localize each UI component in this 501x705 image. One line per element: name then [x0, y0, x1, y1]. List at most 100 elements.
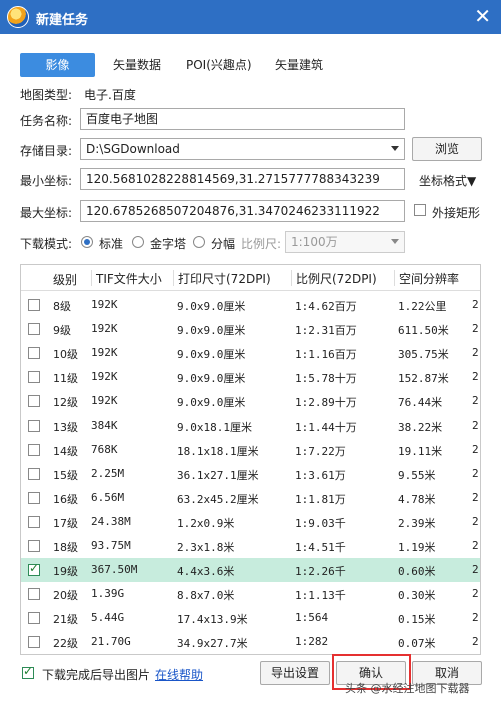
table-row[interactable]: 22级 21.70G 34.9x27.7米 1:282 0.07米 2 [21, 630, 480, 654]
table-row[interactable]: 19级 367.50M 4.4x3.6米 1:2.26千 0.60米 2 [21, 558, 480, 583]
min-coord-input[interactable]: 120.5681028228814569,31.2715777788343239 [80, 168, 405, 190]
mode-standard-radio[interactable] [81, 236, 93, 248]
mode-pyramid-radio[interactable] [132, 236, 144, 248]
cell-tif-size: 192K [91, 346, 118, 360]
coord-format-dropdown[interactable]: 坐标格式▼ [419, 172, 476, 189]
cell-tif-size: 192K [91, 298, 118, 311]
task-name-input[interactable]: 百度电子地图 [80, 108, 405, 130]
cell-tif-size: 768K [91, 442, 118, 456]
cell-overflow: 2 [472, 587, 479, 601]
cell-tif-size: 2.25M [91, 466, 125, 480]
cell-tif-size: 24.38M [91, 514, 131, 528]
cell-overflow: 2 [472, 442, 479, 456]
storage-dir-label: 存储目录: [20, 144, 73, 158]
row-checkbox[interactable] [28, 467, 40, 480]
outer-rect-checkbox[interactable] [414, 204, 426, 216]
export-after-label: 下载完成后导出图片 [42, 668, 151, 682]
cell-level: 15级 [53, 468, 78, 482]
cell-print-size: 9.0x9.0厘米 [177, 396, 246, 410]
cell-resolution: 0.60米 [398, 565, 436, 579]
cell-scale: 1:7.22万 [295, 444, 346, 458]
storage-dir-value: D:\SGDownload [86, 142, 180, 156]
scale-select[interactable]: 1:100万 [285, 231, 405, 253]
close-icon[interactable]: ✕ [474, 5, 491, 27]
table-row[interactable]: 13级 384K 9.0x18.1厘米 1:1.44十万 38.22米 2 [21, 414, 480, 438]
title-bar: 新建任务 ✕ [0, 0, 501, 34]
tab-vector-buildings[interactable]: 矢量建筑 [275, 53, 323, 77]
table-row[interactable]: 14级 768K 18.1x18.1厘米 1:7.22万 19.11米 2 [21, 438, 480, 462]
scale-select-value: 1:100万 [291, 235, 338, 249]
row-checkbox[interactable] [28, 419, 40, 432]
cell-scale: 1:4.62百万 [295, 300, 357, 313]
row-checkbox[interactable] [28, 540, 40, 552]
table-row[interactable]: 21级 5.44G 17.4x13.9米 1:564 0.15米 2 [21, 606, 480, 630]
cell-resolution: 4.78米 [398, 492, 436, 506]
tab-imagery[interactable]: 影像 [20, 53, 95, 77]
table-row[interactable]: 20级 1.39G 8.8x7.0米 1:1.13千 0.30米 2 [21, 582, 480, 606]
table-header: 级别 TIF文件大小 打印尺寸(72DPI) 比例尺(72DPI) 空间分辨率 [21, 265, 480, 291]
task-name-label: 任务名称: [20, 114, 73, 128]
cell-level: 16级 [53, 492, 78, 506]
table-row[interactable]: 11级 192K 9.0x9.0厘米 1:5.78十万 152.87米 2 [21, 365, 480, 389]
storage-dir-select[interactable]: D:\SGDownload [80, 138, 405, 160]
col-header-resolution: 空间分辨率 [394, 270, 459, 286]
table-row[interactable]: 12级 192K 9.0x9.0厘米 1:2.89十万 76.44米 2 [21, 389, 480, 413]
cell-overflow: 2 [472, 418, 479, 432]
table-row[interactable]: 16级 6.56M 63.2x45.2厘米 1:1.81万 4.78米 2 [21, 486, 480, 510]
cell-print-size: 8.8x7.0米 [177, 589, 235, 603]
table-row[interactable]: 18级 93.75M 2.3x1.8米 1:4.51千 1.19米 2 [21, 534, 480, 558]
table-row[interactable]: 8级 192K 9.0x9.0厘米 1:4.62百万 1.22公里 2 [21, 293, 480, 317]
export-settings-button[interactable]: 导出设置 [260, 661, 330, 685]
row-checkbox[interactable] [28, 515, 40, 528]
cell-resolution: 0.07米 [398, 637, 436, 651]
min-coord-label: 最小坐标: [20, 174, 73, 188]
cell-overflow: 2 [472, 394, 479, 408]
cell-resolution: 9.55米 [398, 468, 436, 482]
cell-print-size: 9.0x9.0厘米 [177, 324, 246, 338]
table-row[interactable]: 15级 2.25M 36.1x27.1厘米 1:3.61万 9.55米 2 [21, 462, 480, 486]
online-help-link[interactable]: 在线帮助 [155, 666, 203, 683]
tab-vector-data[interactable]: 矢量数据 [113, 53, 161, 77]
cell-print-size: 9.0x18.1厘米 [177, 420, 252, 434]
cell-print-size: 18.1x18.1厘米 [177, 444, 259, 458]
cell-level: 13级 [53, 420, 78, 434]
cell-scale: 1:2.26千 [295, 565, 346, 579]
row-checkbox[interactable] [28, 299, 40, 311]
cell-tif-size: 192K [91, 394, 118, 408]
table-row[interactable]: 9级 192K 9.0x9.0厘米 1:2.31百万 611.50米 2 [21, 317, 480, 341]
table-row[interactable]: 17级 24.38M 1.2x0.9米 1:9.03千 2.39米 2 [21, 510, 480, 534]
cell-level: 19级 [53, 565, 78, 579]
row-checkbox[interactable] [28, 612, 40, 625]
watermark-text: 头条 @水经注地图下载器 [345, 682, 470, 695]
cell-tif-size: 6.56M [91, 490, 125, 504]
cell-overflow: 2 [472, 539, 479, 552]
cell-overflow: 2 [472, 490, 479, 504]
cell-scale: 1:4.51千 [295, 541, 346, 554]
row-checkbox[interactable] [28, 636, 40, 649]
cell-scale: 1:3.61万 [295, 468, 346, 482]
row-checkbox[interactable] [28, 323, 40, 336]
row-checkbox[interactable] [28, 588, 40, 601]
cell-overflow: 2 [472, 466, 479, 480]
row-checkbox[interactable] [28, 395, 40, 408]
tab-poi[interactable]: POI(兴趣点) [186, 53, 252, 77]
cell-tif-size: 5.44G [91, 611, 125, 625]
cell-scale: 1:2.31百万 [295, 324, 357, 338]
cell-overflow: 2 [472, 514, 479, 528]
max-coord-input[interactable]: 120.6785268507204876,31.3470246233111922 [80, 200, 405, 222]
mode-sheet-radio[interactable] [193, 236, 205, 248]
row-checkbox[interactable] [28, 347, 40, 360]
row-checkbox[interactable] [28, 491, 40, 504]
col-header-print-size: 打印尺寸(72DPI) [173, 270, 271, 286]
cell-resolution: 611.50米 [398, 324, 449, 338]
cell-overflow: 2 [472, 635, 479, 649]
cell-tif-size: 192K [91, 322, 118, 336]
row-checkbox[interactable] [28, 561, 40, 577]
row-checkbox[interactable] [28, 371, 40, 384]
cell-resolution: 76.44米 [398, 396, 443, 410]
table-row[interactable]: 10级 192K 9.0x9.0厘米 1:1.16百万 305.75米 2 [21, 341, 480, 365]
row-checkbox[interactable] [28, 443, 40, 456]
cell-resolution: 152.87米 [398, 372, 449, 386]
export-after-checkbox[interactable] [22, 664, 34, 679]
browse-button[interactable]: 浏览 [412, 137, 482, 161]
